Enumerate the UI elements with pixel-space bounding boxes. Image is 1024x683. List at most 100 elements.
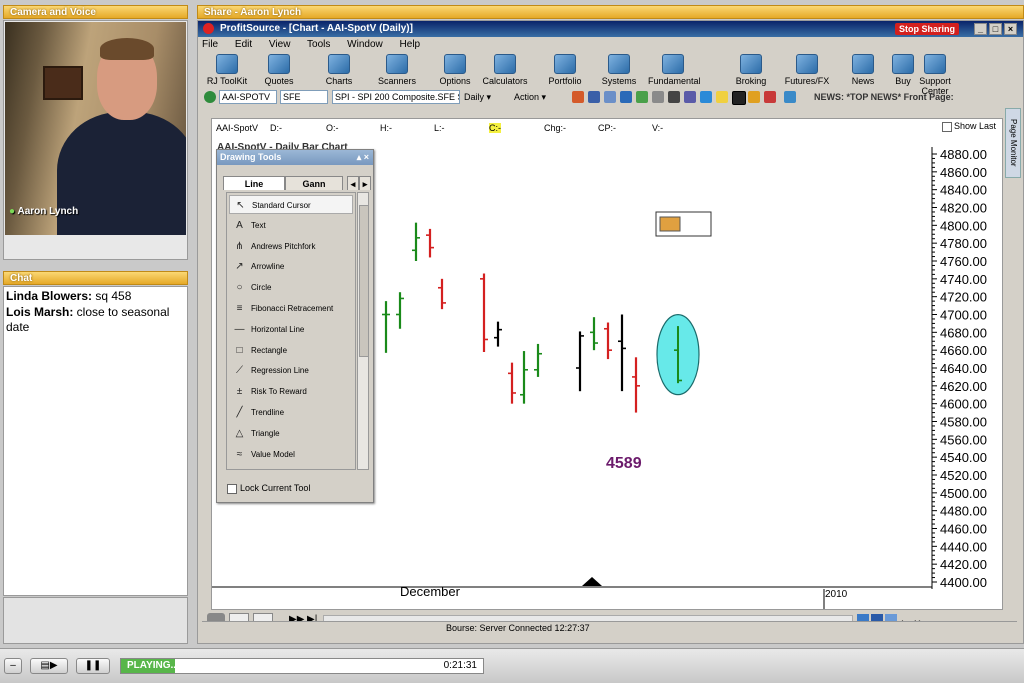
- toolkit-icon: [216, 54, 238, 74]
- zoom-icon[interactable]: [700, 91, 712, 103]
- lock-current-tool[interactable]: Lock Current Tool: [227, 483, 310, 494]
- collapse-player-button[interactable]: –: [4, 658, 22, 674]
- pause-button[interactable]: ❚❚: [76, 658, 110, 674]
- toolbar-quotes-button[interactable]: Quotes: [254, 52, 304, 86]
- drawing-tool-item[interactable]: ↖ Standard Cursor: [229, 195, 353, 214]
- main-toolbar: RJ ToolKit Quotes Charts Scanners Options Cal…: [202, 52, 1002, 96]
- menu-file[interactable]: File: [202, 39, 218, 50]
- toolbar-calculators-button[interactable]: Calculators: [480, 52, 530, 86]
- maximize-button[interactable]: □: [989, 23, 1002, 35]
- chat-input-area[interactable]: [3, 597, 188, 644]
- toolbar-fundamental-button[interactable]: Fundamental: [648, 52, 701, 86]
- action-label: Action: [514, 92, 540, 102]
- menu-window[interactable]: Window: [347, 39, 383, 50]
- toolbar-portfolio-button[interactable]: Portfolio: [540, 52, 590, 86]
- go-icon[interactable]: [204, 91, 216, 103]
- save-icon[interactable]: [588, 91, 600, 103]
- stop-sharing-button[interactable]: Stop Sharing: [895, 23, 959, 35]
- x-label-december: December: [400, 584, 461, 599]
- toolbar-label: Fundamental: [648, 76, 701, 86]
- toolbar-futures-button[interactable]: Futures/FX: [782, 52, 832, 86]
- toolbar-broking-button[interactable]: Broking: [726, 52, 776, 86]
- minimize-button[interactable]: _: [974, 23, 987, 35]
- menu-tools[interactable]: Tools: [307, 39, 330, 50]
- tab-next-icon[interactable]: ▸: [359, 176, 371, 190]
- regression-icon: ⟋: [236, 365, 243, 377]
- drawing-tool-item[interactable]: ± Risk To Reward: [229, 382, 353, 401]
- action-dropdown[interactable]: Action ▾: [514, 92, 546, 103]
- tools-icon[interactable]: [668, 91, 680, 103]
- toolbar-options-button[interactable]: Options: [430, 52, 480, 86]
- drawing-tool-item[interactable]: ╱ Trendline: [229, 403, 353, 422]
- drawing-tool-item[interactable]: ⋔ Andrews Pitchfork: [229, 237, 353, 256]
- drawing-tool-item[interactable]: ↗ Arrowline: [229, 257, 353, 276]
- drawing-tool-item[interactable]: △ Triangle: [229, 424, 353, 443]
- slides-button[interactable]: ▤▶: [30, 658, 68, 674]
- toolbar-charts-button[interactable]: Charts: [314, 52, 364, 86]
- menu-help[interactable]: Help: [400, 39, 421, 50]
- wall-picture: [43, 66, 83, 100]
- y-tick-label: 4760.00: [940, 254, 987, 269]
- toolbar-scanners-button[interactable]: Scanners: [372, 52, 422, 86]
- y-tick-label: 4840.00: [940, 183, 987, 198]
- page-monitor-tab[interactable]: Page Monitor: [1005, 108, 1021, 178]
- menu-view[interactable]: View: [269, 39, 291, 50]
- tab-line[interactable]: Line: [223, 176, 285, 190]
- drawing-tool-item[interactable]: ≈ Value Model: [229, 445, 353, 464]
- drawing-tool-item[interactable]: — Horizontal Line: [229, 320, 353, 339]
- y-tick-label: 4820.00: [940, 201, 987, 216]
- symbol-input[interactable]: AAI-SPOTV: [219, 90, 277, 104]
- close-button[interactable]: ×: [1004, 23, 1017, 35]
- alert-icon[interactable]: [764, 91, 776, 103]
- exchange-select[interactable]: SFE: [280, 90, 328, 104]
- drawing-tool-item[interactable]: ⟋ Regression Line: [229, 361, 353, 380]
- tab-prev-icon[interactable]: ◂: [347, 176, 359, 190]
- settings-icon[interactable]: [652, 91, 664, 103]
- favorite-icon[interactable]: [748, 91, 760, 103]
- arrow-icon: ↗: [235, 261, 244, 273]
- tab-gann[interactable]: Gann: [285, 176, 343, 190]
- playback-progress[interactable]: PLAYING... 0:21:31: [120, 658, 484, 674]
- indicator-icon[interactable]: [684, 91, 696, 103]
- period-label: Daily: [464, 92, 485, 102]
- chart-icon[interactable]: [636, 91, 648, 103]
- drawing-tool-item[interactable]: ○ Circle: [229, 278, 353, 297]
- filter-icon[interactable]: [784, 91, 796, 103]
- drawing-tool-item[interactable]: A Text: [229, 216, 353, 235]
- lock-checkbox[interactable]: [227, 483, 237, 494]
- scanners-icon: [386, 54, 408, 74]
- draw-tools-icon[interactable]: [732, 91, 746, 105]
- trendline-icon: ╱: [236, 407, 243, 418]
- y-tick-label: 4780.00: [940, 236, 987, 251]
- toolbar-systems-button[interactable]: Systems: [594, 52, 644, 86]
- pitchfork-icon: ⋔: [235, 240, 244, 252]
- idea-icon[interactable]: [716, 91, 728, 103]
- portfolio-icon: [554, 54, 576, 74]
- drawing-tool-item[interactable]: □ Rectangle: [229, 341, 353, 360]
- print-icon[interactable]: [604, 91, 616, 103]
- broking-icon: [740, 54, 762, 74]
- status-text: Bourse: Server Connected 12:27:37: [446, 623, 590, 633]
- toolbar-label: Systems: [601, 76, 637, 86]
- y-tick-label: 4500.00: [940, 486, 987, 501]
- scroll-thumb[interactable]: [359, 205, 369, 357]
- drawing-tool-label: Trendline: [251, 408, 285, 417]
- drawing-tool-label: Value Model: [251, 449, 295, 459]
- menu-edit[interactable]: Edit: [235, 39, 252, 50]
- download-icon[interactable]: [572, 91, 584, 103]
- y-tick-label: 4680.00: [940, 325, 987, 340]
- window-icon[interactable]: [620, 91, 632, 103]
- drawing-tool-item[interactable]: ≡ Fibonacci Retracement: [229, 299, 353, 318]
- period-dropdown[interactable]: Daily ▾: [464, 92, 491, 103]
- drawing-tools-scrollbar[interactable]: [357, 192, 369, 470]
- description-field[interactable]: SPI - SPI 200 Composite.SFE Spot: [332, 90, 460, 104]
- profitsource-icon: [203, 23, 214, 34]
- palette-close-icon[interactable]: ▴ ×: [357, 150, 369, 165]
- toolbar-label: Scanners: [377, 76, 417, 86]
- news-ticker[interactable]: NEWS: *TOP NEWS* Front Page:: [814, 92, 954, 102]
- y-tick-label: 4720.00: [940, 290, 987, 305]
- news-icon: [852, 54, 874, 74]
- chat-author: Linda Blowers:: [6, 289, 93, 303]
- support-icon: [924, 54, 946, 74]
- toolbar-toolkit-button[interactable]: RJ ToolKit: [202, 52, 252, 86]
